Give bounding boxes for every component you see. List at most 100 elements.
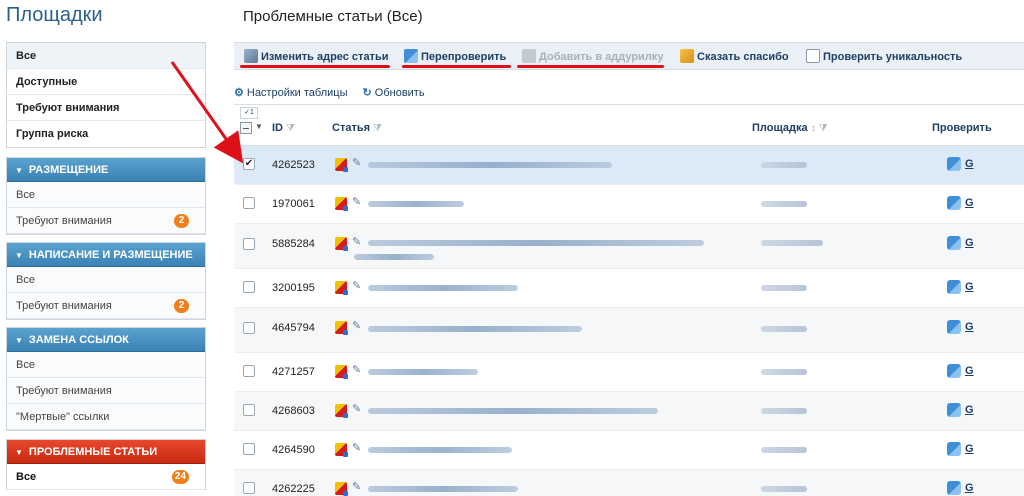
row-checkbox[interactable] [243, 197, 255, 209]
site-link[interactable] [761, 486, 807, 492]
annotation-underline [402, 65, 511, 68]
sidebar-item-dead-links[interactable]: "Мертвые" ссылки [7, 404, 205, 430]
edit-icon[interactable]: ✎ [352, 441, 361, 454]
google-check-link[interactable]: G [965, 237, 974, 249]
say-thanks-button[interactable]: Сказать спасибо [680, 49, 789, 63]
table-row[interactable]: 4264590 ✎ G [234, 431, 1024, 470]
recheck-icon[interactable] [947, 403, 961, 417]
article-link[interactable] [368, 326, 582, 332]
recheck-icon[interactable] [947, 157, 961, 171]
site-link[interactable] [761, 447, 807, 453]
recheck-icon[interactable] [947, 236, 961, 250]
edit-icon[interactable]: ✎ [352, 480, 361, 493]
site-link[interactable] [761, 201, 807, 207]
sidebar-item-available[interactable]: Доступные [7, 69, 205, 95]
table-row[interactable]: 4645794 ✎ G [234, 308, 1024, 353]
column-id[interactable]: ID ⧩ [272, 122, 295, 134]
recheck-icon[interactable] [947, 481, 961, 495]
article-link[interactable] [368, 240, 704, 246]
table-row[interactable]: 3200195 ✎ G [234, 269, 1024, 308]
site-link[interactable] [761, 369, 807, 375]
sidebar-item-writing-all[interactable]: Все [7, 267, 205, 293]
sidebar-item-placement-attention[interactable]: Требуют внимания 2 [7, 208, 205, 234]
row-checkbox[interactable] [243, 281, 255, 293]
filter-icon[interactable]: ⧩ [373, 123, 382, 134]
article-type-icon [335, 404, 348, 418]
chevron-down-icon[interactable]: ▼ [255, 122, 263, 131]
table-row[interactable]: 4271257 ✎ G [234, 353, 1024, 392]
table-row[interactable]: ✔ 4262523 ✎ G [234, 146, 1024, 185]
article-link[interactable] [368, 369, 478, 375]
article-link[interactable] [368, 285, 518, 291]
edit-icon[interactable]: ✎ [352, 195, 361, 208]
site-link[interactable] [761, 162, 807, 168]
column-article[interactable]: Статья ⧩ [332, 122, 382, 134]
check-unique-button[interactable]: Проверить уникальность [806, 49, 962, 63]
edit-icon[interactable]: ✎ [352, 156, 361, 169]
table-row[interactable]: 4262225 ✎ G [234, 470, 1024, 496]
sidebar-item-all[interactable]: Все [7, 43, 205, 69]
section-header-link-replace[interactable]: ▼ ЗАМЕНА ССЫЛОК [7, 328, 205, 352]
select-all-checkbox[interactable] [240, 122, 252, 134]
google-check-link[interactable]: G [965, 365, 974, 377]
table-settings-link[interactable]: ⚙ Настройки таблицы [234, 87, 347, 99]
google-check-link[interactable]: G [965, 281, 974, 293]
change-url-button[interactable]: Изменить адрес статьи [244, 49, 388, 63]
filter-icon[interactable]: ⧩ [286, 123, 295, 134]
table-row[interactable]: 1970061 ✎ G [234, 185, 1024, 224]
refresh-link[interactable]: ↻ Обновить [363, 87, 425, 99]
row-checkbox[interactable] [243, 443, 255, 455]
edit-icon[interactable]: ✎ [352, 235, 361, 248]
google-check-link[interactable]: G [965, 321, 974, 333]
annotation-underline [240, 65, 390, 68]
recheck-icon[interactable] [947, 364, 961, 378]
edit-icon[interactable]: ✎ [352, 402, 361, 415]
article-type-icon [335, 237, 348, 251]
filter-icon[interactable]: ⧩ [819, 123, 828, 134]
row-checkbox[interactable] [243, 238, 255, 250]
google-check-link[interactable]: G [965, 197, 974, 209]
article-link[interactable] [368, 408, 658, 414]
sort-icon[interactable]: ↕ [811, 123, 816, 134]
edit-icon[interactable]: ✎ [352, 363, 361, 376]
row-checkbox[interactable] [243, 404, 255, 416]
row-checkbox[interactable]: ✔ [243, 158, 255, 170]
sidebar-item-placement-all[interactable]: Все [7, 182, 205, 208]
row-checkbox[interactable] [243, 482, 255, 494]
sidebar-item-problem-all[interactable]: Все 24 [7, 464, 205, 490]
google-check-link[interactable]: G [965, 443, 974, 455]
table-row[interactable]: 5885284 ✎ G [234, 224, 1024, 269]
section-header-placement[interactable]: ▼ РАЗМЕЩЕНИЕ [7, 158, 205, 182]
site-link[interactable] [761, 326, 807, 332]
article-link[interactable] [368, 162, 612, 168]
site-link[interactable] [761, 408, 807, 414]
row-checkbox[interactable] [243, 365, 255, 377]
sidebar-item-need-attention[interactable]: Требуют внимания [7, 95, 205, 121]
recheck-icon[interactable] [947, 320, 961, 334]
add-addurilka-button[interactable]: Добавить в аддурилку [522, 49, 663, 63]
sidebar-item-links-attention[interactable]: Требуют внимания [7, 378, 205, 404]
article-link[interactable] [368, 486, 518, 492]
edit-icon[interactable]: ✎ [352, 279, 361, 292]
sidebar-item-risk-group[interactable]: Группа риска [7, 121, 205, 147]
site-link[interactable] [761, 285, 807, 291]
recheck-icon[interactable] [947, 196, 961, 210]
article-link[interactable] [368, 201, 464, 207]
recheck-button[interactable]: Перепроверить [404, 49, 506, 63]
sidebar-item-links-all[interactable]: Все [7, 352, 205, 378]
recheck-icon[interactable] [947, 442, 961, 456]
row-checkbox[interactable] [243, 322, 255, 334]
site-link[interactable] [761, 240, 823, 246]
sidebar-item-writing-attention[interactable]: Требуют внимания 2 [7, 293, 205, 319]
section-header-problem-articles[interactable]: ▼ ПРОБЛЕМНЫЕ СТАТЬИ [7, 440, 205, 464]
google-check-link[interactable]: G [965, 482, 974, 494]
article-link[interactable] [368, 447, 512, 453]
column-site[interactable]: Площадка ↕ ⧩ [752, 122, 828, 134]
recheck-icon[interactable] [947, 280, 961, 294]
article-link-cont[interactable] [354, 254, 434, 260]
table-row[interactable]: 4268603 ✎ G [234, 392, 1024, 431]
google-check-link[interactable]: G [965, 158, 974, 170]
section-header-writing[interactable]: ▼ НАПИСАНИЕ И РАЗМЕЩЕНИЕ [7, 243, 205, 267]
google-check-link[interactable]: G [965, 404, 974, 416]
edit-icon[interactable]: ✎ [352, 319, 361, 332]
